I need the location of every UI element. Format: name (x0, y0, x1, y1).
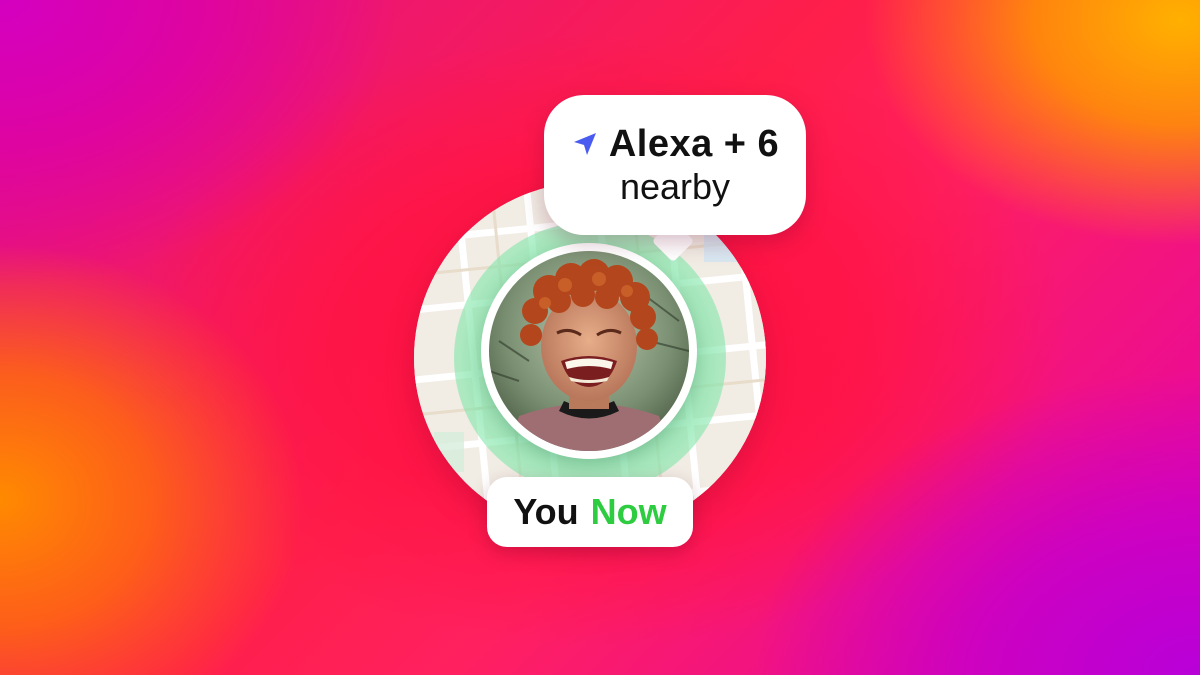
avatar-photo (489, 251, 689, 451)
nearby-bubble[interactable]: Alexa + 6 nearby (544, 95, 806, 235)
friend-name: Alexa + 6 (608, 122, 780, 165)
avatar[interactable] (481, 243, 697, 459)
status-you-label: You (513, 491, 579, 532)
status-pill[interactable]: You Now (487, 477, 693, 547)
nearby-label: nearby (619, 166, 731, 207)
status-now-label: Now (590, 491, 667, 532)
navigation-arrow-icon (571, 130, 599, 158)
